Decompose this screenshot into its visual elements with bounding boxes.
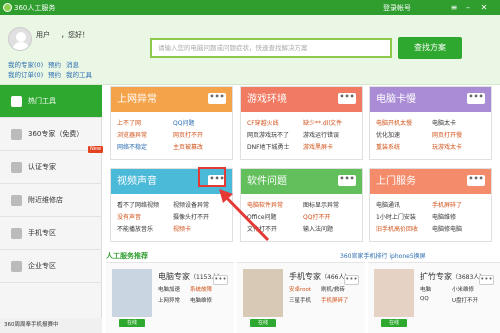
expert-pc[interactable]: 在线 电脑专家（1153人） 电脑加速 系统故障 上网异常 电脑维修 •••	[106, 262, 234, 333]
online-badge: 在线	[381, 319, 407, 327]
expert-tag[interactable]: 安卓root	[289, 285, 311, 293]
expert-tag[interactable]: 三星手机	[289, 296, 311, 304]
expert-photo	[374, 269, 414, 317]
expert-mobile[interactable]: 在线 手机专家（466人） 安卓root 刷机/救砖 三星手机 手机屏碎了 ••…	[237, 262, 365, 333]
online-badge: 在线	[250, 319, 276, 327]
expert-photo	[112, 269, 152, 317]
more-icon[interactable]: •••	[344, 275, 359, 285]
expert-tag[interactable]: 小米维修	[452, 285, 474, 293]
expert-tag[interactable]: 系统故障	[190, 285, 212, 293]
expert-tag[interactable]: 电脑维修	[190, 296, 212, 304]
services-title: 人工服务推荐	[106, 252, 148, 260]
expert-tag[interactable]: QQ	[420, 296, 429, 302]
expert-tag[interactable]: 电脑加速	[158, 285, 180, 293]
more-icon[interactable]: •••	[479, 275, 494, 285]
expert-tag[interactable]: 上网异常	[158, 296, 180, 304]
expert-extension[interactable]: 在线 扩竹专家（3683人） 电脑 小米维修 QQ U盘打不开 •••	[368, 262, 500, 333]
expert-name: 电脑专家	[158, 272, 190, 281]
expert-name: 手机专家	[289, 272, 321, 281]
expert-tag[interactable]: 手机屏碎了	[321, 296, 349, 304]
expert-tag[interactable]: 电脑	[420, 285, 431, 293]
more-icon[interactable]: •••	[213, 275, 228, 285]
online-badge: 在线	[119, 319, 145, 327]
expert-tag[interactable]: 刷机/救砖	[321, 285, 345, 293]
services-ranking-link[interactable]: 360官家手机排行 iphone5换屏	[340, 251, 426, 260]
expert-photo	[243, 269, 283, 317]
expert-tag[interactable]: U盘打不开	[452, 296, 478, 304]
expert-name: 扩竹专家	[420, 272, 452, 281]
